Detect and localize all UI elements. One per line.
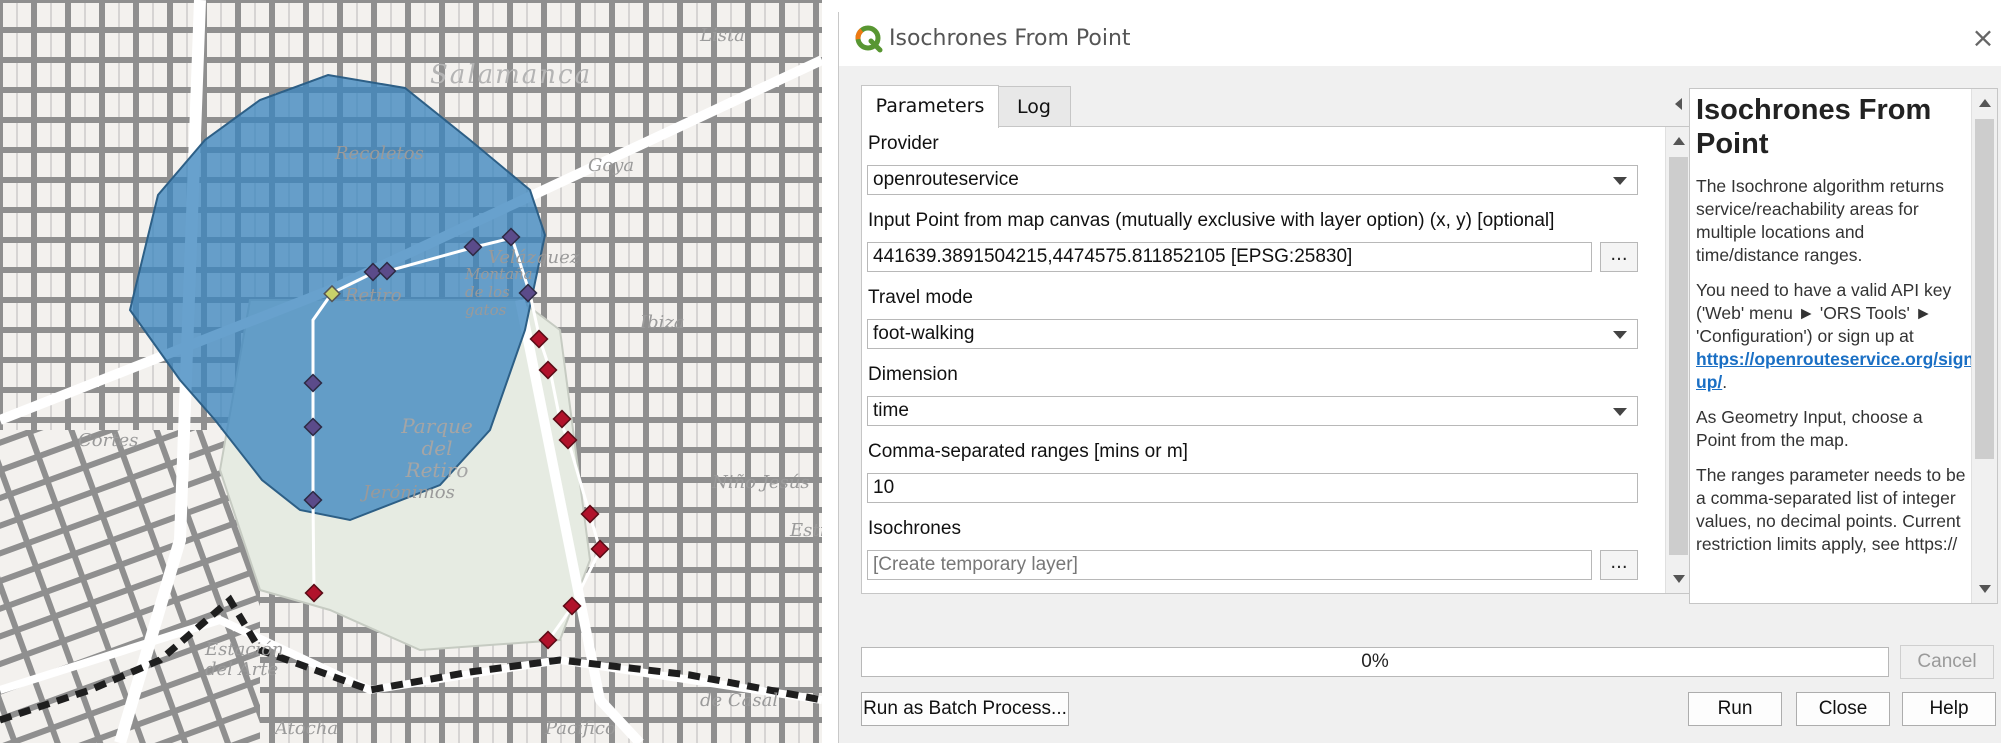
map-label-cortes: Cortes	[78, 430, 139, 451]
tab-log[interactable]: Log	[997, 86, 1071, 127]
collapse-help-icon[interactable]	[1675, 98, 1682, 110]
signup-link[interactable]: https://openrouteservice.org/sign-up/	[1696, 349, 1980, 392]
input-point-value: 441639.3891504215,4474575.811852105 [EPS…	[873, 246, 1353, 267]
input-point-browse-button[interactable]: ...	[1600, 242, 1638, 272]
chevron-down-icon	[1613, 331, 1627, 339]
chevron-down-icon	[1613, 177, 1627, 185]
ranges-label: Comma-separated ranges [mins or m]	[868, 441, 1188, 462]
help-panel: Isochrones From Point The Isochrone algo…	[1689, 88, 1998, 604]
input-point-field[interactable]: 441639.3891504215,4474575.811852105 [EPS…	[867, 242, 1592, 272]
map-label-salamanca: Salamanca	[430, 60, 593, 90]
help-api-text: You need to have a valid API key ('Web' …	[1696, 280, 1952, 346]
progress-bar: 0%	[861, 647, 1889, 677]
help-button[interactable]: Help	[1902, 692, 1996, 726]
map-label-montana: Montaña de los gatos	[465, 265, 533, 319]
isochrones-output-field[interactable]: [Create temporary layer]	[867, 550, 1592, 580]
qgis-logo-icon	[855, 25, 883, 53]
travel-mode-select[interactable]: foot-walking	[867, 319, 1638, 349]
map-label-estrella: Estrella	[790, 520, 822, 541]
scroll-up-icon[interactable]	[1979, 99, 1991, 107]
map-label-ibiza: Ibiza	[640, 312, 685, 333]
help-api-end: .	[1722, 372, 1728, 392]
map-label-estacion: Estación del Arte	[205, 639, 284, 680]
map-canvas[interactable]: Salamanca Recoletos Goya Retiro Velázque…	[0, 0, 822, 743]
map-label-lista: Lista	[700, 25, 745, 46]
provider-label: Provider	[868, 133, 939, 154]
scroll-down-icon[interactable]	[1673, 575, 1685, 583]
map-label-parque: Parque del Retiro	[401, 414, 473, 482]
ranges-value: 10	[873, 477, 895, 498]
title-bar[interactable]: Isochrones From Point ×	[839, 12, 2001, 66]
help-scrollbar[interactable]	[1971, 89, 1997, 603]
map-label-jeronimos: Jerónimos	[363, 482, 455, 503]
isochrones-placeholder: [Create temporary layer]	[873, 554, 1078, 575]
isochrones-dialog: Isochrones From Point × Parameters Log P…	[838, 12, 2001, 743]
help-paragraph: The ranges parameter needs to be a comma…	[1696, 465, 1966, 554]
dimension-value: time	[873, 400, 909, 421]
map-label-atocha: Atocha	[275, 718, 339, 739]
dimension-label: Dimension	[868, 364, 958, 385]
map-svg[interactable]	[0, 0, 822, 743]
dimension-select[interactable]: time	[867, 396, 1638, 426]
travel-mode-value: foot-walking	[873, 323, 975, 344]
help-paragraph: The Isochrone algorithm returns service/…	[1696, 176, 1945, 265]
map-label-goya: Goya	[588, 155, 635, 176]
input-point-label: Input Point from map canvas (mutually ex…	[868, 210, 1555, 231]
provider-select[interactable]: openrouteservice	[867, 165, 1638, 195]
scrollbar-thumb[interactable]	[1669, 157, 1688, 555]
travel-mode-label: Travel mode	[868, 287, 973, 308]
help-paragraph-api: You need to have a valid API key ('Web' …	[1696, 279, 1980, 394]
map-label-retiro: Retiro	[345, 285, 402, 306]
progress-text: 0%	[1361, 651, 1389, 672]
map-label-recoletos: Recoletos	[335, 143, 424, 164]
help-paragraph: As Geometry Input, choose a Point from t…	[1696, 407, 1923, 450]
help-content: Isochrones From Point The Isochrone algo…	[1696, 93, 1980, 568]
isochrones-browse-button[interactable]: ...	[1600, 550, 1638, 580]
map-label-nino-jesus: Niño Jesús	[712, 472, 810, 493]
scroll-up-icon[interactable]	[1673, 137, 1685, 145]
run-batch-button[interactable]: Run as Batch Process...	[861, 692, 1069, 726]
run-button[interactable]: Run	[1688, 692, 1782, 726]
map-label-pacifico: Pacífico	[545, 718, 616, 739]
close-icon[interactable]: ×	[1969, 24, 1997, 52]
tab-parameters[interactable]: Parameters	[861, 85, 999, 128]
parameters-scrollbar[interactable]	[1665, 127, 1692, 593]
close-button[interactable]: Close	[1796, 692, 1890, 726]
help-title: Isochrones From Point	[1696, 94, 1932, 160]
scroll-down-icon[interactable]	[1979, 585, 1991, 593]
ranges-input[interactable]: 10	[867, 473, 1638, 503]
dialog-title: Isochrones From Point	[889, 26, 1131, 51]
parameters-panel: Provider openrouteservice Input Point fr…	[861, 126, 1693, 594]
provider-value: openrouteservice	[873, 169, 1019, 190]
chevron-down-icon	[1613, 408, 1627, 416]
isochrones-label: Isochrones	[868, 518, 961, 539]
cancel-button[interactable]: Cancel	[1900, 645, 1994, 679]
scrollbar-thumb[interactable]	[1975, 119, 1994, 459]
map-label-casal: de Casal	[700, 690, 779, 711]
